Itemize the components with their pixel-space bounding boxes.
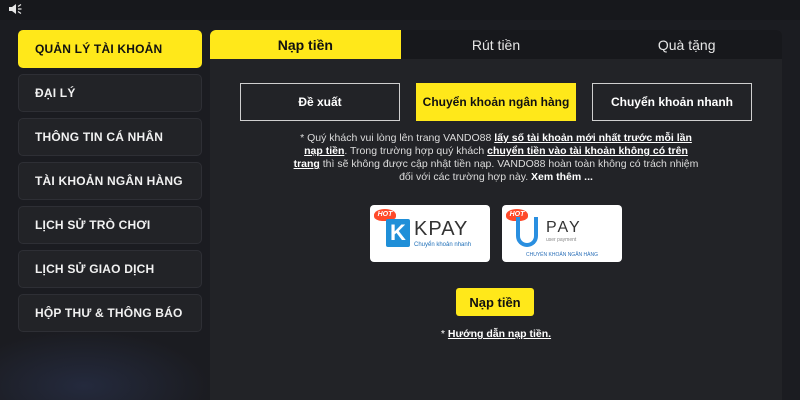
upay-name: PAY [546, 219, 582, 236]
method-bank-transfer-button[interactable]: Chuyển khoản ngân hàng [416, 83, 576, 121]
sidebar-item-inbox[interactable]: HỘP THƯ & THÔNG BÁO [18, 294, 202, 332]
notice-text-1: * Quý khách vui lòng lên trang VANDO88 [300, 132, 495, 144]
account-sidebar: QUẢN LÝ TÀI KHOẢN ĐẠI LÝ THÔNG TIN CÁ NH… [18, 30, 202, 338]
see-more-link[interactable]: Xem thêm ... [531, 171, 593, 183]
sidebar-item-account-management[interactable]: QUẢN LÝ TÀI KHOẢN [18, 30, 202, 68]
deposit-notice: * Quý khách vui lòng lên trang VANDO88 l… [290, 132, 702, 184]
deposit-guide-link[interactable]: Hướng dẫn nạp tiền. [448, 328, 551, 340]
method-fast-transfer-button[interactable]: Chuyển khoản nhanh [592, 83, 752, 121]
kpay-subtitle: Chuyển khoản nhanh [414, 242, 472, 248]
kpay-logo-icon: K [386, 219, 410, 247]
tab-deposit[interactable]: Nạp tiền [210, 30, 401, 59]
kpay-provider-card[interactable]: HOT K KPAY Chuyển khoản nhanh [370, 205, 490, 262]
deposit-guide: * Hướng dẫn nạp tiền. [210, 328, 782, 340]
tab-withdraw[interactable]: Rút tiền [400, 30, 592, 59]
tab-bar: Nạp tiền Rút tiền Quà tặng [210, 30, 783, 59]
deposit-panel: Nạp tiền Rút tiền Quà tặng Đề xuất Chuyể… [210, 30, 783, 400]
upay-provider-card[interactable]: HOT PAY user payment CHUYỂN KHOẢN NGÂN H… [502, 205, 622, 262]
payment-providers: HOT K KPAY Chuyển khoản nhanh HOT PAY us… [210, 205, 782, 262]
tab-gifts[interactable]: Quà tặng [591, 30, 783, 59]
sidebar-item-game-history[interactable]: LỊCH SỬ TRÒ CHƠI [18, 206, 202, 244]
upay-footer: CHUYỂN KHOẢN NGÂN HÀNG [526, 252, 598, 258]
sidebar-item-transaction-history[interactable]: LỊCH SỬ GIAO DỊCH [18, 250, 202, 288]
method-suggested-button[interactable]: Đề xuất [240, 83, 400, 121]
notice-text-2: . Trong trường hợp quý khách [344, 145, 488, 157]
guide-prefix: * [440, 328, 448, 340]
sidebar-item-personal-info[interactable]: THÔNG TIN CÁ NHÂN [18, 118, 202, 156]
notice-text-3: thì sẽ không được cập nhật tiền nạp. VAN… [319, 158, 699, 183]
deposit-submit-button[interactable]: Nạp tiền [456, 288, 534, 316]
speaker-icon[interactable] [8, 3, 22, 15]
top-bar [0, 0, 800, 20]
upay-subtitle: user payment [546, 237, 577, 243]
sidebar-item-agent[interactable]: ĐẠI LÝ [18, 74, 202, 112]
kpay-name: KPAY [414, 218, 469, 240]
background-decoration [0, 330, 210, 400]
payment-method-selector: Đề xuất Chuyển khoản ngân hàng Chuyển kh… [210, 83, 782, 121]
upay-logo-icon [516, 217, 538, 247]
sidebar-item-bank-account[interactable]: TÀI KHOẢN NGÂN HÀNG [18, 162, 202, 200]
